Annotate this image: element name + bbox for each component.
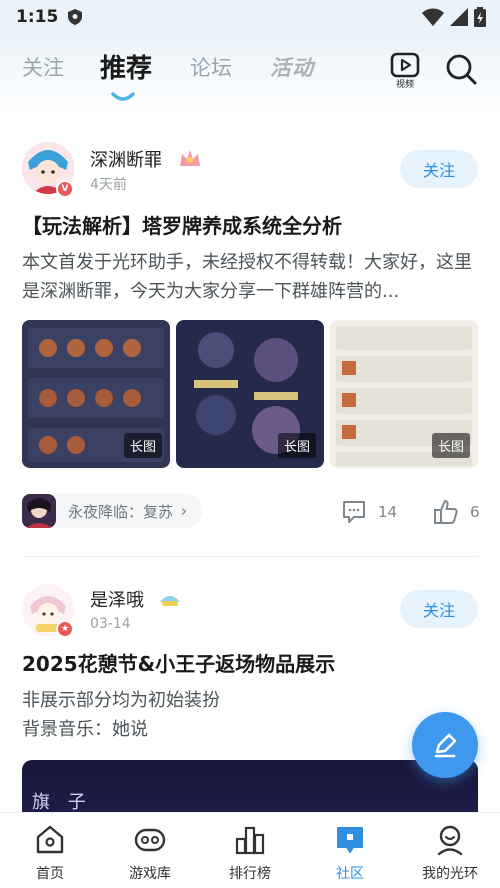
nav-item-home[interactable]: 首页	[0, 823, 100, 883]
battery-icon	[474, 7, 486, 27]
post-card[interactable]: V 深渊断罪 4天前 关注 【玩法解析】塔罗牌养成系统全分析 本文首发于光环助手…	[0, 118, 500, 558]
level-badge-icon	[160, 596, 180, 606]
like-count-value: 6	[470, 503, 480, 521]
game-name: 永夜降临：复苏	[68, 502, 174, 521]
post-divider	[22, 556, 478, 557]
community-icon	[337, 827, 363, 853]
nav-item-game-library[interactable]: 游戏库	[100, 823, 200, 883]
tab-following[interactable]: 关注	[22, 52, 64, 82]
create-post-button[interactable]	[412, 712, 478, 778]
chevron-right-icon: ›	[181, 502, 188, 520]
post-image[interactable]: 长图	[22, 320, 170, 468]
long-image-tag: 长图	[277, 433, 316, 458]
video-button[interactable]: 视频	[389, 52, 421, 90]
nav-label: 社区	[336, 866, 364, 882]
nav-label: 排行榜	[229, 866, 271, 882]
search-icon[interactable]	[444, 52, 478, 86]
post-excerpt-line: 非展示部分均为初始装扮	[22, 690, 220, 711]
tab-active-indicator	[111, 92, 135, 101]
signal-icon	[450, 8, 468, 26]
gamepad-icon	[134, 828, 166, 852]
verified-badge: ★	[56, 620, 74, 638]
shield-icon	[68, 9, 83, 25]
post-excerpt[interactable]: 本文首发于光环助手，未经授权不得转载！大家好，这里是深渊断罪，今天为大家分享一下…	[22, 248, 478, 306]
comment-icon	[343, 501, 365, 523]
status-bar: 1:15	[0, 0, 500, 34]
tab-forum[interactable]: 论坛	[190, 52, 232, 82]
post-image[interactable]: 长图	[330, 320, 478, 468]
follow-button[interactable]: 关注	[400, 590, 478, 628]
tab-events[interactable]: 活动	[270, 52, 314, 82]
level-badge-icon	[180, 150, 200, 166]
nav-item-my-profile[interactable]: 我的光环	[400, 823, 500, 883]
verified-badge: V	[56, 180, 74, 198]
bottom-navigation: 首页 游戏库 排行榜 社区 我的光环	[0, 812, 500, 888]
long-image-tag: 长图	[123, 433, 162, 458]
comment-count[interactable]: 14	[340, 498, 397, 526]
thumbs-up-icon	[434, 500, 458, 524]
nav-label: 我的光环	[422, 866, 478, 882]
status-time: 1:15	[16, 7, 59, 27]
post-title[interactable]: 【玩法解析】塔罗牌养成系统全分析	[22, 210, 342, 239]
nav-item-community[interactable]: 社区	[300, 823, 400, 883]
post-time: 4天前	[90, 177, 127, 193]
pencil-icon	[434, 733, 457, 758]
like-count[interactable]: 6	[432, 498, 480, 526]
game-tag[interactable]: 永夜降临：复苏 ›	[22, 494, 202, 528]
wifi-icon	[422, 8, 444, 26]
post-time: 03-14	[90, 616, 131, 632]
ranking-icon	[235, 826, 265, 855]
video-caption: 旗 子	[32, 792, 92, 812]
author-name[interactable]: 是泽哦	[90, 586, 144, 612]
video-icon	[390, 52, 420, 78]
home-icon	[36, 825, 64, 854]
video-label: 视频	[395, 80, 414, 90]
long-image-tag: 长图	[431, 433, 470, 458]
post-title[interactable]: 2025花憩节&小王子返场物品展示	[22, 648, 335, 677]
post-excerpt-line: 背景音乐：她说	[22, 719, 148, 740]
author-name[interactable]: 深渊断罪	[90, 146, 162, 172]
nav-item-rankings[interactable]: 排行榜	[200, 823, 300, 883]
follow-button[interactable]: 关注	[400, 150, 478, 188]
nav-label: 首页	[36, 866, 64, 882]
profile-icon	[437, 825, 463, 856]
post-image[interactable]: 长图	[176, 320, 324, 468]
game-icon	[22, 494, 56, 528]
comment-count-value: 14	[378, 503, 398, 521]
tab-recommended[interactable]: 推荐	[100, 48, 152, 85]
post-video-thumbnail[interactable]: 旗 子	[22, 760, 478, 812]
top-navigation: 关注 推荐 论坛 活动 视频	[0, 34, 500, 118]
post-excerpt[interactable]: 非展示部分均为初始装扮 背景音乐：她说	[22, 686, 478, 744]
community-feed[interactable]: V 深渊断罪 4天前 关注 【玩法解析】塔罗牌养成系统全分析 本文首发于光环助手…	[0, 118, 500, 812]
nav-label: 游戏库	[129, 866, 171, 882]
